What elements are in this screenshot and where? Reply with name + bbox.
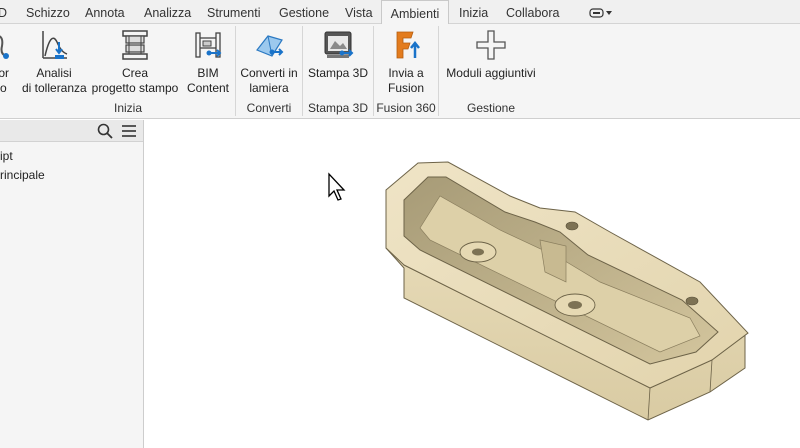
print-3d-icon [324, 31, 354, 58]
panel-label-inizia: Inizia [113, 101, 142, 115]
add-ins-plus-icon [476, 30, 506, 60]
panel-options-dropdown-icon[interactable] [589, 7, 613, 19]
tab-ambienti[interactable]: Ambienti [381, 0, 449, 25]
tab-schizzo[interactable]: Schizzo [26, 0, 70, 24]
panel-label-stampa-3d: Stampa 3D [307, 101, 369, 115]
ribbon-tab-bar: D Schizzo Annota Analizza Strumenti Gest… [0, 0, 800, 25]
mold-design-icon [122, 30, 148, 60]
menu-icon[interactable] [121, 123, 137, 139]
tab-inizia[interactable]: Inizia [459, 0, 488, 24]
graphics-window[interactable] [145, 120, 800, 448]
browser-item-part-file[interactable]: ipt [0, 149, 13, 163]
panel-label-converti: Converti [246, 101, 292, 115]
tab-vista[interactable]: Vista [345, 0, 373, 24]
tab-annota[interactable]: Annota [85, 0, 125, 24]
tab-gestione[interactable]: Gestione [279, 0, 329, 24]
bim-content-icon [195, 32, 222, 58]
tab-collabora[interactable]: Collabora [506, 0, 560, 24]
model-browser: ipt rincipale [0, 120, 144, 448]
panel-label-gestione: Gestione [466, 101, 516, 115]
tab-3d-model[interactable]: D [0, 0, 7, 24]
tolerance-analysis-icon [42, 31, 68, 59]
send-to-fusion-button[interactable]: Invia a Fusion [376, 28, 436, 96]
panel-separator [302, 26, 303, 116]
partial-tool-icon [0, 35, 9, 59]
mold-design-button[interactable]: Crea progetto stampo [89, 28, 181, 96]
ribbon: tor io Analisi di tolleranza Crea proget… [0, 24, 800, 119]
bim-content-button[interactable]: BIM Content [184, 28, 232, 96]
browser-item-representation[interactable]: rincipale [0, 168, 45, 182]
search-icon[interactable] [97, 123, 113, 139]
browser-header [0, 120, 143, 142]
panel-separator [373, 26, 374, 116]
convert-sheet-metal-button[interactable]: Converti in lamiera [238, 28, 300, 96]
partial-tool-button[interactable]: tor io [0, 28, 18, 96]
panel-label-fusion-360: Fusion 360 [376, 101, 436, 115]
mouse-pointer-icon [328, 172, 346, 201]
sheet-metal-icon [256, 35, 284, 57]
tab-strumenti[interactable]: Strumenti [207, 0, 261, 24]
panel-separator [438, 26, 439, 116]
panel-separator [235, 26, 236, 116]
tolerance-analysis-button[interactable]: Analisi di tolleranza [22, 28, 87, 96]
print-3d-button[interactable]: Stampa 3D [305, 28, 371, 81]
fusion-send-icon [396, 31, 420, 59]
add-ins-button[interactable]: Moduli aggiuntivi [441, 28, 541, 81]
part-3d-model[interactable] [145, 120, 800, 448]
tab-analizza[interactable]: Analizza [144, 0, 191, 24]
